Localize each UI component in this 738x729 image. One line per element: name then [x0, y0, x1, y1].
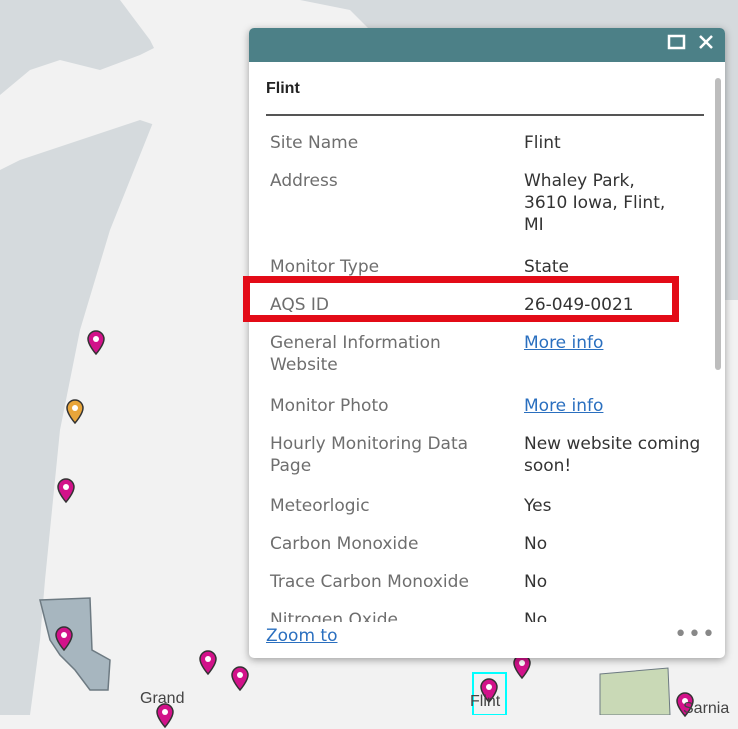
row-label: Hourly Monitoring Data Page: [270, 434, 469, 476]
map-pin[interactable]: [55, 626, 73, 652]
scrollbar[interactable]: [715, 68, 721, 648]
map-label-grand: Grand: [140, 690, 185, 707]
row-label: Site Name: [270, 133, 359, 153]
row-label: Carbon Monoxide: [270, 534, 419, 554]
title-divider: [266, 114, 704, 116]
map-pin[interactable]: [66, 399, 84, 425]
map-pin[interactable]: [231, 666, 249, 692]
zoom-to-link[interactable]: Zoom to: [266, 626, 337, 646]
county-green: [599, 667, 671, 715]
map-label-flint: Flint: [470, 693, 501, 710]
info-popup: Flint Site Name Flint Address Whaley Par…: [249, 28, 725, 658]
row-value: Flint: [524, 133, 561, 153]
map-pin[interactable]: [57, 478, 75, 504]
more-info-link[interactable]: More info: [524, 395, 704, 417]
attribute-table[interactable]: Site Name Flint Address Whaley Park, 361…: [266, 120, 706, 622]
row-value: No: [524, 534, 548, 554]
row-value: Whaley Park, 3610 Iowa, Flint, MI: [524, 171, 666, 235]
row-label: General Information Website: [270, 333, 441, 375]
row-value: No: [524, 572, 548, 592]
map-label-sarnia: Sarnia: [683, 700, 730, 717]
row-label: Trace Carbon Monoxide: [270, 572, 469, 592]
popup-title: Flint: [266, 80, 300, 97]
county-highlight: [39, 597, 111, 691]
close-icon[interactable]: [696, 32, 716, 58]
row-value: Yes: [524, 496, 552, 516]
map-pin[interactable]: [87, 330, 105, 356]
row-value: No: [524, 610, 548, 622]
row-label: Monitor Type: [270, 257, 380, 277]
map-pin[interactable]: [199, 650, 217, 676]
annotation-highlight: [243, 276, 679, 322]
row-value: New website coming soon!: [524, 434, 701, 476]
row-value: State: [524, 257, 569, 277]
more-info-link[interactable]: More info: [524, 332, 704, 354]
row-label: Meteorlogic: [270, 496, 370, 516]
row-label: Nitrogen Oxide: [270, 610, 398, 622]
scrollbar-thumb[interactable]: [715, 78, 721, 370]
popup-header: [249, 28, 725, 62]
popup-footer: Zoom to •••: [266, 622, 715, 654]
maximize-icon[interactable]: [667, 32, 687, 58]
row-label: Address: [270, 171, 338, 191]
more-options-icon[interactable]: •••: [674, 622, 716, 647]
row-label: Monitor Photo: [270, 396, 389, 416]
